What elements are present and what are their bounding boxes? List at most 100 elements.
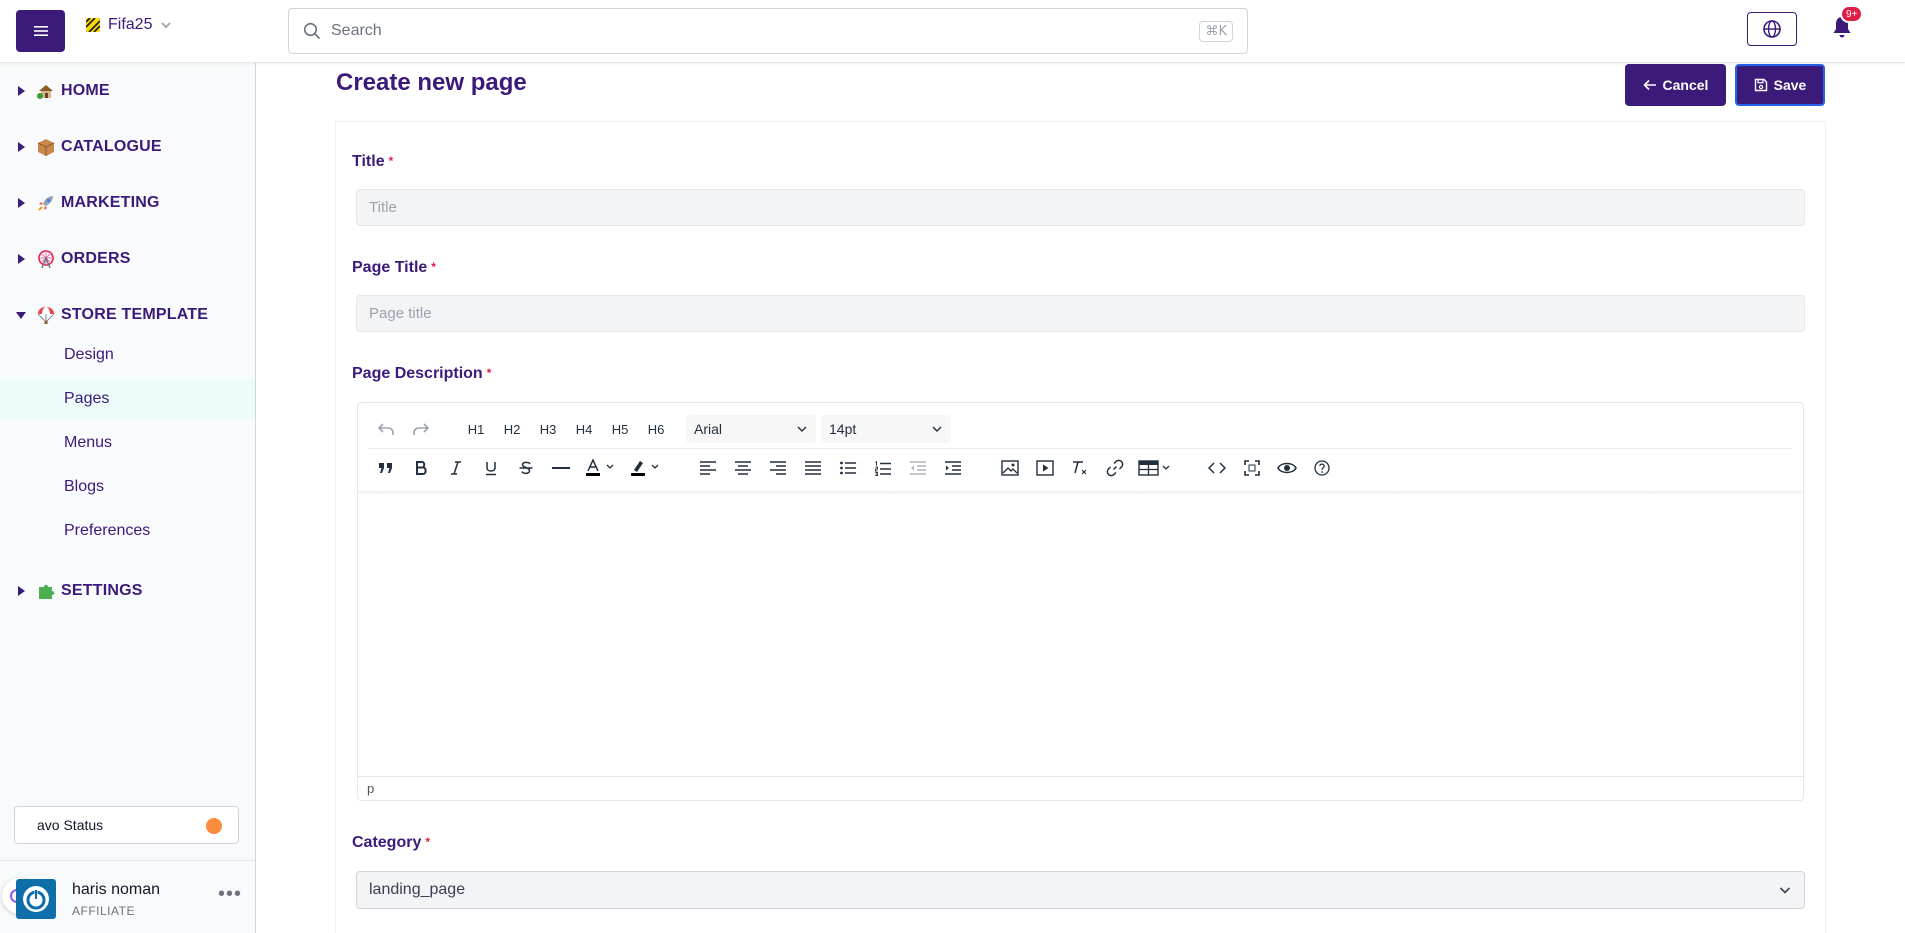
highlight-color-button[interactable] (623, 454, 668, 482)
title-input[interactable] (356, 189, 1805, 226)
numbered-list-button[interactable] (865, 454, 900, 482)
heading-4-button[interactable]: H4 (566, 415, 602, 443)
clear-formatting-icon (1072, 461, 1086, 475)
sidebar-section-orders[interactable]: ORDERS (0, 239, 255, 279)
sidebar-item-blogs[interactable]: Blogs (0, 467, 255, 507)
heading-5-button[interactable]: H5 (602, 415, 638, 443)
indent-icon (944, 461, 961, 475)
store-switcher[interactable]: Fifa25 (86, 16, 172, 34)
chevron-down-icon (797, 426, 807, 432)
font-size-value: 14pt (829, 421, 857, 437)
insert-image-button[interactable] (992, 454, 1027, 482)
align-right-button[interactable] (760, 454, 795, 482)
editor-toolbar-row-1: H1 H2 H3 H4 H5 H6 Arial 14pt (368, 415, 951, 443)
chevron-down-icon (161, 22, 172, 29)
font-family-select[interactable]: Arial (686, 415, 816, 443)
text-color-button[interactable] (578, 454, 623, 482)
caret-right-icon (18, 586, 25, 596)
font-size-select[interactable]: 14pt (821, 415, 951, 443)
strikethrough-button[interactable] (508, 454, 543, 482)
chevron-down-icon (932, 426, 942, 432)
link-icon (1106, 459, 1123, 477)
sidebar-section-label: CATALOGUE (61, 138, 162, 155)
element-path[interactable]: p (367, 781, 374, 796)
fullscreen-button[interactable] (1234, 454, 1269, 482)
indent-button[interactable] (935, 454, 970, 482)
parachute-icon (37, 307, 55, 324)
ferris-wheel-icon (38, 250, 54, 269)
status-widget[interactable]: avo Status (14, 806, 239, 844)
sidebar-section-label: HOME (61, 82, 110, 99)
house-icon (37, 85, 53, 99)
sidebar-section-marketing[interactable]: MARKETING (0, 183, 255, 223)
heading-2-button[interactable]: H2 (494, 415, 530, 443)
globe-icon (1763, 20, 1781, 38)
hamburger-icon (33, 26, 48, 36)
align-left-button[interactable] (690, 454, 725, 482)
italic-button[interactable] (438, 454, 473, 482)
search-input[interactable] (331, 22, 1200, 40)
preview-button[interactable] (1269, 454, 1304, 482)
category-select[interactable]: landing_page (356, 871, 1805, 909)
rich-text-editor: H1 H2 H3 H4 H5 H6 Arial 14pt p (357, 402, 1804, 801)
italic-icon (450, 461, 461, 475)
notification-badge: 9+ (1840, 5, 1864, 23)
outdent-button[interactable] (900, 454, 935, 482)
status-label: avo Status (37, 817, 104, 833)
language-button[interactable] (1747, 12, 1797, 46)
user-profile: haris noman AFFILIATE ••• (0, 860, 255, 933)
source-code-button[interactable] (1199, 454, 1234, 482)
page-title-input[interactable] (356, 295, 1805, 332)
redo-button[interactable] (403, 415, 438, 443)
store-logo-icon (86, 18, 100, 32)
category-field-label: Category * (352, 834, 431, 851)
save-button[interactable]: Save (1735, 64, 1825, 106)
caret-right-icon (18, 254, 25, 264)
heading-3-button[interactable]: H3 (530, 415, 566, 443)
sidebar-item-design[interactable]: Design (0, 335, 255, 375)
menu-toggle-button[interactable] (16, 10, 65, 52)
highlighter-icon (630, 461, 658, 476)
undo-button[interactable] (368, 415, 403, 443)
align-justify-button[interactable] (795, 454, 830, 482)
fullscreen-icon (1243, 460, 1260, 476)
avatar[interactable] (16, 879, 56, 919)
caret-down-icon (16, 312, 26, 319)
underline-button[interactable] (473, 454, 508, 482)
bullet-list-button[interactable] (830, 454, 865, 482)
outdent-icon (909, 461, 926, 475)
page-description-field-label: Page Description * (352, 365, 492, 382)
sidebar-item-menus[interactable]: Menus (0, 423, 255, 463)
insert-link-button[interactable] (1097, 454, 1132, 482)
sidebar-item-preferences[interactable]: Preferences (0, 511, 255, 551)
page-title: Create new page (336, 69, 527, 96)
sidebar-section-store-template[interactable]: STORE TEMPLATE (0, 295, 255, 335)
sidebar-section-settings[interactable]: SETTINGS (0, 571, 255, 611)
sidebar-section-label: SETTINGS (61, 582, 143, 599)
image-icon (1000, 460, 1019, 476)
clear-formatting-button[interactable] (1062, 454, 1097, 482)
heading-6-button[interactable]: H6 (638, 415, 674, 443)
package-icon (37, 139, 55, 156)
search-bar[interactable]: ⌘K (288, 8, 1248, 54)
more-options-icon[interactable]: ••• (218, 883, 242, 906)
blockquote-button[interactable] (368, 454, 403, 482)
cancel-button[interactable]: Cancel (1625, 64, 1726, 106)
page-title-field-label: Page Title * (352, 259, 436, 276)
insert-table-button[interactable] (1132, 454, 1177, 482)
horizontal-line-button[interactable] (543, 454, 578, 482)
align-center-button[interactable] (725, 454, 760, 482)
editor-content-area[interactable] (358, 495, 1803, 775)
help-button[interactable] (1304, 454, 1339, 482)
sidebar-section-label: STORE TEMPLATE (61, 306, 209, 323)
user-role: AFFILIATE (72, 904, 135, 918)
video-icon (1035, 460, 1054, 476)
sidebar-item-pages[interactable]: Pages (0, 379, 255, 419)
insert-media-button[interactable] (1027, 454, 1062, 482)
sidebar-section-home[interactable]: HOME (0, 71, 255, 111)
floppy-disk-icon (1754, 78, 1767, 92)
heading-1-button[interactable]: H1 (458, 415, 494, 443)
bold-button[interactable] (403, 454, 438, 482)
title-field-label: Title * (352, 153, 394, 170)
sidebar-section-catalogue[interactable]: CATALOGUE (0, 127, 255, 167)
